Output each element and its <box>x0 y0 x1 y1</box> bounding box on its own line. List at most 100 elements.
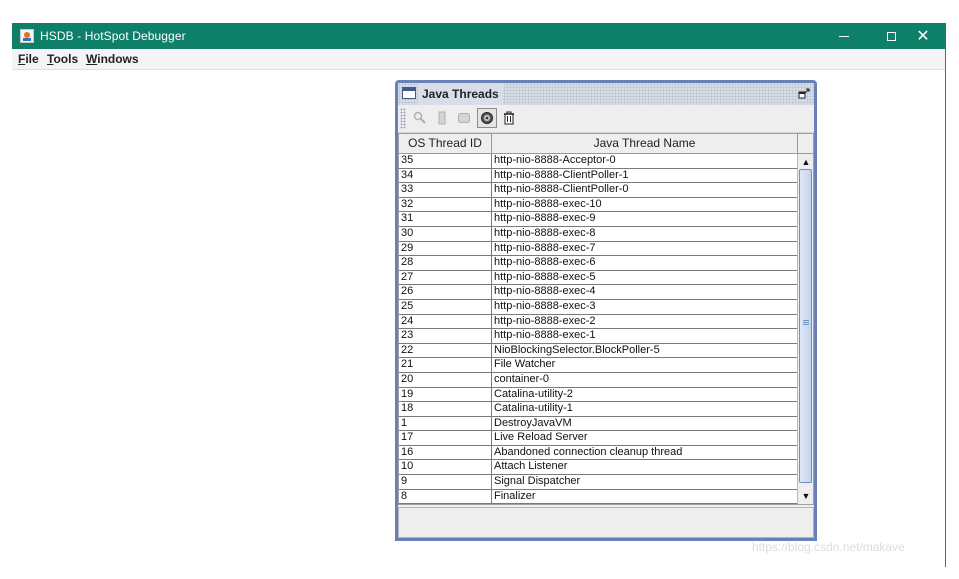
table-row[interactable]: 1 DestroyJavaVM <box>399 416 797 432</box>
table-header: OS Thread ID Java Thread Name <box>399 134 797 154</box>
table-row[interactable]: 18 Catalina-utility-1 <box>399 402 797 417</box>
table-row[interactable]: 10 Attach Listener <box>399 460 797 476</box>
table-row[interactable]: 22 NioBlockingSelector.BlockPoller-5 <box>399 343 797 359</box>
os-thread-id-cell: 22 <box>399 343 492 358</box>
os-thread-id-cell: 23 <box>399 329 492 343</box>
java-thread-name-cell: http-nio-8888-exec-2 <box>494 314 596 327</box>
arrow-down-icon: ▼ <box>801 491 811 501</box>
minimize-button[interactable] <box>821 23 867 49</box>
table-body: 35 http-nio-8888-Acceptor-0 34 http-nio-888… <box>399 154 797 504</box>
table-row[interactable]: 8 Finalizer <box>399 489 797 504</box>
os-thread-id-cell: 25 <box>399 299 492 314</box>
table-row[interactable]: 20 container-0 <box>399 372 797 388</box>
magnifier-icon <box>413 111 426 124</box>
java-thread-name-cell: http-nio-8888-ClientPoller-0 <box>494 183 629 196</box>
os-thread-id-cell: 1 <box>399 416 492 431</box>
java-thread-name-cell: File Watcher <box>494 358 556 371</box>
os-thread-id-cell: 35 <box>399 154 492 168</box>
trash-icon <box>504 111 514 125</box>
os-thread-id-cell: 33 <box>399 183 492 197</box>
frame-toolbar <box>398 105 814 133</box>
inspect-thread-button[interactable] <box>410 108 430 128</box>
thumb-grip-icon <box>803 320 809 326</box>
table-row[interactable]: 30 http-nio-8888-exec-8 <box>399 226 797 242</box>
threads-table: OS Thread ID Java Thread Name 35 http-nio… <box>398 133 814 505</box>
find-crashes-button[interactable] <box>477 108 497 128</box>
table-row[interactable]: 9 Signal Dispatcher <box>399 475 797 490</box>
java-thread-name-cell: http-nio-8888-exec-9 <box>494 212 596 225</box>
table-corner <box>797 134 813 154</box>
os-thread-id-cell: 24 <box>399 314 492 329</box>
java-thread-name-cell: container-0 <box>494 372 550 385</box>
table-row[interactable]: 29 http-nio-8888-exec-7 <box>399 241 797 257</box>
os-thread-id-cell: 20 <box>399 372 492 387</box>
table-row[interactable]: 31 http-nio-8888-exec-9 <box>399 212 797 227</box>
frame-icon <box>402 87 416 99</box>
os-thread-id-cell: 10 <box>399 460 492 475</box>
restore-icon[interactable] <box>798 88 810 100</box>
frame-title-bar[interactable]: Java Threads <box>398 83 814 105</box>
os-thread-id-cell: 21 <box>399 358 492 372</box>
java-thread-name-cell: http-nio-8888-exec-4 <box>494 285 596 298</box>
close-icon: ✕ <box>916 28 930 45</box>
os-thread-id-cell: 9 <box>399 475 492 489</box>
table-row[interactable]: 23 http-nio-8888-exec-1 <box>399 329 797 344</box>
table-row[interactable]: 33 http-nio-8888-ClientPoller-0 <box>399 183 797 198</box>
thread-info-button[interactable] <box>454 108 474 128</box>
table-row[interactable]: 17 Live Reload Server <box>399 431 797 446</box>
table-row[interactable]: 21 File Watcher <box>399 358 797 373</box>
window-title: HSDB - HotSpot Debugger <box>40 29 186 43</box>
table-row[interactable]: 19 Catalina-utility-2 <box>399 387 797 403</box>
close-button[interactable]: ✕ <box>900 23 946 49</box>
column-header-os-thread-id[interactable]: OS Thread ID <box>399 134 492 153</box>
java-thread-name-cell: http-nio-8888-exec-7 <box>494 241 596 254</box>
os-thread-id-cell: 18 <box>399 402 492 416</box>
table-row[interactable]: 26 http-nio-8888-exec-4 <box>399 285 797 300</box>
stack-memory-button[interactable] <box>432 108 452 128</box>
menu-windows[interactable]: Windows <box>86 52 139 66</box>
table-row[interactable]: 25 http-nio-8888-exec-3 <box>399 299 797 315</box>
os-thread-id-cell: 19 <box>399 387 492 402</box>
table-row[interactable]: 24 http-nio-8888-exec-2 <box>399 314 797 330</box>
java-thread-name-cell: Catalina-utility-2 <box>494 387 573 400</box>
java-thread-name-cell: Abandoned connection cleanup thread <box>494 445 683 458</box>
menu-tools[interactable]: Tools <box>47 52 78 66</box>
menu-bar: File Tools Windows <box>12 49 945 70</box>
os-thread-id-cell: 31 <box>399 212 492 226</box>
java-thread-name-cell: http-nio-8888-Acceptor-0 <box>494 154 616 166</box>
column-header-java-thread-name[interactable]: Java Thread Name <box>492 134 797 153</box>
table-row[interactable]: 35 http-nio-8888-Acceptor-0 <box>399 154 797 169</box>
table-row[interactable]: 16 Abandoned connection cleanup thread <box>399 445 797 461</box>
os-thread-id-cell: 29 <box>399 241 492 256</box>
java-threads-frame: Java Threads OS Thread ID Java Thread Na… <box>395 80 817 541</box>
table-row[interactable]: 28 http-nio-8888-exec-6 <box>399 256 797 271</box>
table-row[interactable]: 34 http-nio-8888-ClientPoller-1 <box>399 168 797 184</box>
watermark: https://blog.csdn.net/makave <box>752 540 905 554</box>
scroll-down-button[interactable]: ▼ <box>799 489 813 503</box>
vertical-scrollbar[interactable]: ▲ ▼ <box>797 154 813 504</box>
memory-icon <box>438 111 446 125</box>
table-row[interactable]: 27 http-nio-8888-exec-5 <box>399 270 797 286</box>
table-row[interactable]: 32 http-nio-8888-exec-10 <box>399 197 797 213</box>
frame-status-area <box>398 507 814 538</box>
toolbar-grip[interactable] <box>400 108 406 129</box>
os-thread-id-cell: 26 <box>399 285 492 299</box>
java-thread-name-cell: Catalina-utility-1 <box>494 402 573 415</box>
java-thread-name-cell: Signal Dispatcher <box>494 475 581 488</box>
scroll-thumb[interactable] <box>799 169 812 483</box>
os-thread-id-cell: 30 <box>399 226 492 241</box>
scroll-up-button[interactable]: ▲ <box>799 155 813 169</box>
java-thread-name-cell: http-nio-8888-exec-3 <box>494 299 596 312</box>
java-thread-name-cell: http-nio-8888-ClientPoller-1 <box>494 168 629 181</box>
os-thread-id-cell: 8 <box>399 489 492 504</box>
menu-file[interactable]: File <box>18 52 39 66</box>
delete-button[interactable] <box>499 108 519 128</box>
arrow-up-icon: ▲ <box>801 157 811 167</box>
java-thread-name-cell: http-nio-8888-exec-5 <box>494 270 596 283</box>
minimize-icon <box>839 35 849 37</box>
os-thread-id-cell: 34 <box>399 168 492 183</box>
java-thread-name-cell: DestroyJavaVM <box>494 416 572 429</box>
java-thread-name-cell: Attach Listener <box>494 460 568 473</box>
java-thread-name-cell: http-nio-8888-exec-1 <box>494 329 596 342</box>
frame-title: Java Threads <box>418 83 503 105</box>
